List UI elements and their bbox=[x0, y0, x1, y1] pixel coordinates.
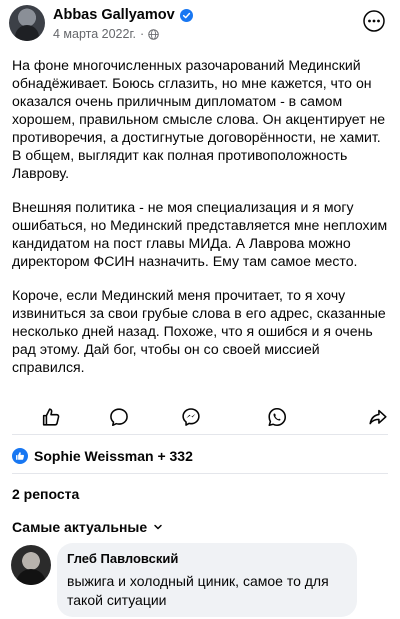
reposts-count[interactable]: 2 репоста bbox=[12, 486, 79, 502]
send-icon[interactable] bbox=[180, 406, 202, 428]
post-paragraph: На фоне многочисленных разочарований Мед… bbox=[12, 57, 386, 181]
author-row: Abbas Gallyamov bbox=[53, 5, 193, 25]
comment-author[interactable]: Глеб Павловский bbox=[67, 551, 178, 566]
post-header: Abbas Gallyamov 4 марта 2022г. · bbox=[0, 0, 400, 50]
divider bbox=[12, 434, 388, 435]
post-paragraph: Внешняя политика - не моя специализация … bbox=[12, 199, 388, 269]
author-avatar[interactable] bbox=[9, 5, 45, 41]
chevron-down-icon bbox=[154, 524, 162, 530]
action-bar bbox=[0, 402, 400, 430]
commenter-avatar[interactable] bbox=[11, 545, 51, 585]
comments-sort[interactable]: Самые актуальные bbox=[12, 519, 163, 535]
post-date[interactable]: 4 марта 2022г. bbox=[53, 27, 136, 41]
post-body: На фоне многочисленных разочарований Мед… bbox=[12, 56, 392, 392]
sort-label[interactable]: Самые актуальные bbox=[12, 519, 147, 535]
reactions-summary[interactable]: Sophie Weissman + 332 bbox=[12, 446, 193, 466]
whatsapp-icon[interactable] bbox=[266, 406, 288, 428]
like-icon[interactable] bbox=[40, 406, 62, 428]
divider bbox=[12, 473, 388, 474]
comment-text: выжига и холодный циник, самое то для та… bbox=[67, 573, 329, 608]
share-icon[interactable] bbox=[367, 406, 389, 428]
author-name[interactable]: Abbas Gallyamov bbox=[53, 7, 175, 23]
comment-icon[interactable] bbox=[108, 406, 130, 428]
reactions-label[interactable]: Sophie Weissman + 332 bbox=[34, 448, 193, 464]
post-meta: 4 марта 2022г. · bbox=[53, 26, 159, 42]
verified-badge-icon bbox=[179, 8, 193, 22]
comment-bubble: Глеб Павловский выжига и холодный циник,… bbox=[57, 543, 357, 617]
meta-separator: · bbox=[139, 27, 145, 41]
post-paragraph: Короче, если Мединский меня прочитает, т… bbox=[12, 287, 386, 375]
more-options-icon[interactable] bbox=[363, 10, 385, 32]
globe-icon bbox=[148, 28, 159, 40]
like-reaction-icon bbox=[12, 448, 28, 464]
